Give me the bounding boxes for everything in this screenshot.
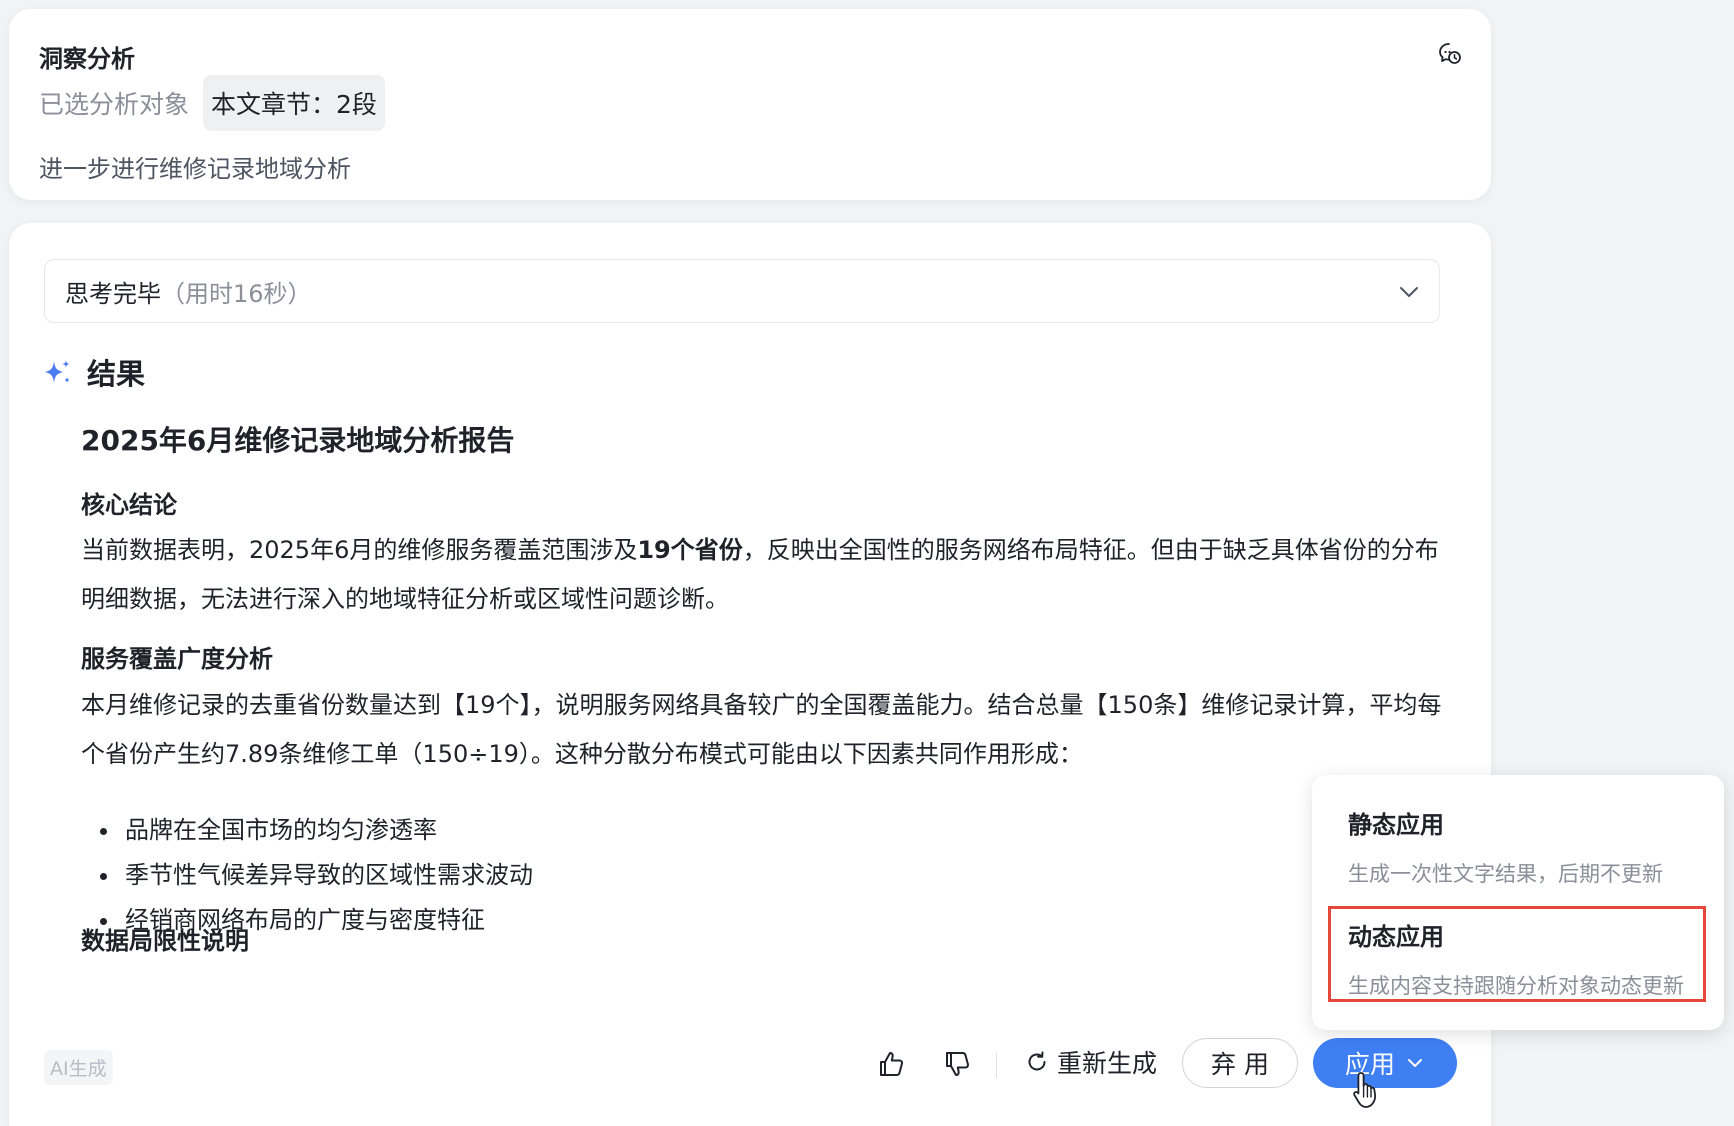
result-label: 结果 [87,357,146,391]
insight-card: 洞察分析 已选分析对象 本文章节：2段 进一步进行维修记录地域分析 [9,9,1491,200]
apply-button[interactable]: 应用 [1313,1038,1457,1088]
apply-dropdown-menu: 静态应用 生成一次性文字结果，后期不更新 动态应用 生成内容支持跟随分析对象动态… [1312,775,1724,1030]
action-bar: 重新生成 弃用 应用 [9,1036,1491,1092]
menu-item-title: 动态应用 [1348,923,1444,951]
divider [996,1052,997,1078]
refresh-icon [1028,1051,1046,1071]
section-title-coverage: 服务覆盖广度分析 [81,645,273,673]
menu-item-title: 静态应用 [1348,811,1444,839]
query-text: 进一步进行维修记录地域分析 [39,155,351,183]
selected-objects-label: 已选分析对象 [39,90,190,119]
menu-item-desc: 生成内容支持跟随分析对象动态更新 [1348,974,1684,998]
menu-item-desc: 生成一次性文字结果，后期不更新 [1348,862,1663,886]
coverage-paragraph: 本月维修记录的去重省份数量达到【19个】，说明服务网络具备较广的全国覆盖能力。结… [81,691,1442,768]
list-item: 品牌在全国市场的均匀渗透率 [121,808,533,853]
thinking-duration: （用时16秒） [161,279,312,308]
menu-item-static-apply[interactable]: 静态应用 生成一次性文字结果，后期不更新 [1328,805,1706,891]
result-card: 思考完毕 （用时16秒） 结果 2025年6月维修记录地域分析报告 核心结论 当… [9,223,1491,1126]
hand-cursor-icon [1353,1072,1377,1108]
section-title-conclusion: 核心结论 [81,491,177,519]
conclusion-paragraph-text: 当前数据表明，2025年6月的维修服务覆盖范围涉及19个省份，反映出全国性的服务… [81,526,1451,624]
insight-title: 洞察分析 [39,45,135,73]
report-title: 2025年6月维修记录地域分析报告 [81,424,515,457]
conclusion-text-a: 当前数据表明，2025年6月的维修服务覆盖范围涉及 [81,536,638,564]
selected-object-chip[interactable]: 本文章节：2段 [203,75,385,131]
regenerate-button[interactable]: 重新生成 [1025,1044,1157,1080]
regenerate-label: 重新生成 [1057,1049,1158,1078]
sparkle-icon [45,360,70,383]
chevron-down-icon[interactable] [1395,278,1423,306]
thinking-collapse[interactable]: 思考完毕 （用时16秒） [44,259,1440,323]
list-item: 季节性气候差异导致的区域性需求波动 [121,853,533,898]
discard-button[interactable]: 弃用 [1182,1038,1298,1088]
menu-item-dynamic-apply[interactable]: 动态应用 生成内容支持跟随分析对象动态更新 [1328,906,1706,1002]
thinking-status: 思考完毕 [65,279,161,308]
thumbs-up-icon[interactable] [873,1046,909,1082]
result-header: 结果 [43,351,145,393]
section-title-limitations: 数据局限性说明 [81,927,249,955]
conclusion-text-bold: 19个省份 [637,536,743,564]
thumbs-down-icon[interactable] [939,1046,975,1082]
selected-objects-row: 已选分析对象 本文章节：2段 [39,75,385,131]
history-chat-icon[interactable] [1437,41,1463,67]
chevron-down-icon [1408,1059,1422,1067]
